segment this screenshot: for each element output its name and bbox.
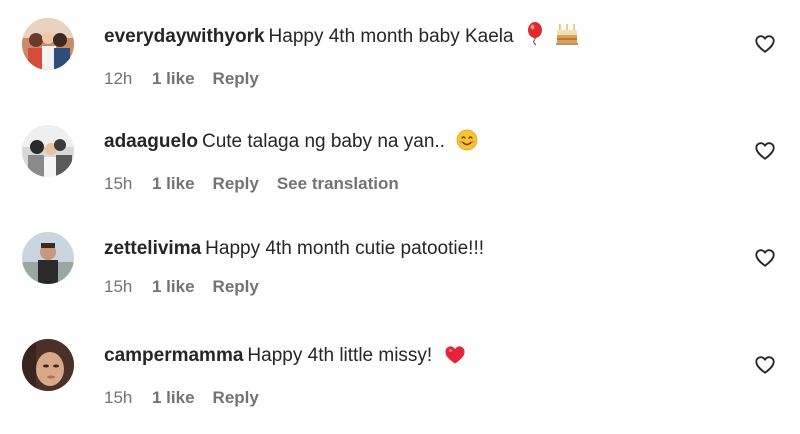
comment-time: 12h xyxy=(104,69,133,88)
comment-item: campermamma Happy 4th little missy! 15h 1 … xyxy=(0,321,800,428)
like-count[interactable]: 1 like xyxy=(152,276,195,298)
heart-outline-icon[interactable] xyxy=(754,140,776,162)
red-heart-emoji-icon xyxy=(444,345,466,373)
comment-item: everydaywithyork Happy 4th month baby Kae… xyxy=(0,0,800,107)
comment-item: adaaguelo Cute talaga ng baby na yan.. 15… xyxy=(0,107,800,214)
reply-button[interactable]: Reply xyxy=(213,387,259,409)
comment-text: Happy 4th little missy! xyxy=(247,345,433,366)
balloon-emoji-icon xyxy=(525,22,545,54)
comment-item: zettelivima Happy 4th month cutie patooti… xyxy=(0,214,800,321)
comment-time: 15h xyxy=(104,174,133,193)
comment-username[interactable]: campermamma xyxy=(104,345,243,366)
like-count[interactable]: 1 like xyxy=(152,68,195,90)
like-count[interactable]: 1 like xyxy=(152,173,195,195)
reply-button[interactable]: Reply xyxy=(213,276,259,298)
comment-text: Cute talaga ng baby na yan.. xyxy=(201,131,445,152)
like-count[interactable]: 1 like xyxy=(152,387,195,409)
avatar[interactable] xyxy=(22,18,74,70)
heart-outline-icon[interactable] xyxy=(754,247,776,269)
avatar[interactable] xyxy=(22,232,74,284)
comment-username[interactable]: everydaywithyork xyxy=(104,26,265,47)
reply-button[interactable]: Reply xyxy=(213,173,259,195)
reply-button[interactable]: Reply xyxy=(213,68,259,90)
comment-text: Happy 4th month baby Kaela xyxy=(268,26,514,47)
see-translation-link[interactable]: See translation xyxy=(277,173,399,195)
avatar[interactable] xyxy=(22,339,74,391)
birthday-cake-emoji-icon xyxy=(556,22,579,54)
comment-time: 15h xyxy=(104,277,133,296)
comment-username[interactable]: zettelivima xyxy=(104,238,201,259)
comment-time: 15h xyxy=(104,388,133,407)
smiling-face-emoji-icon xyxy=(456,129,478,159)
heart-outline-icon[interactable] xyxy=(754,354,776,376)
comment-text: Happy 4th month cutie patootie!!! xyxy=(205,238,484,259)
comment-username[interactable]: adaaguelo xyxy=(104,131,198,152)
avatar[interactable] xyxy=(22,125,74,177)
heart-outline-icon[interactable] xyxy=(754,33,776,55)
